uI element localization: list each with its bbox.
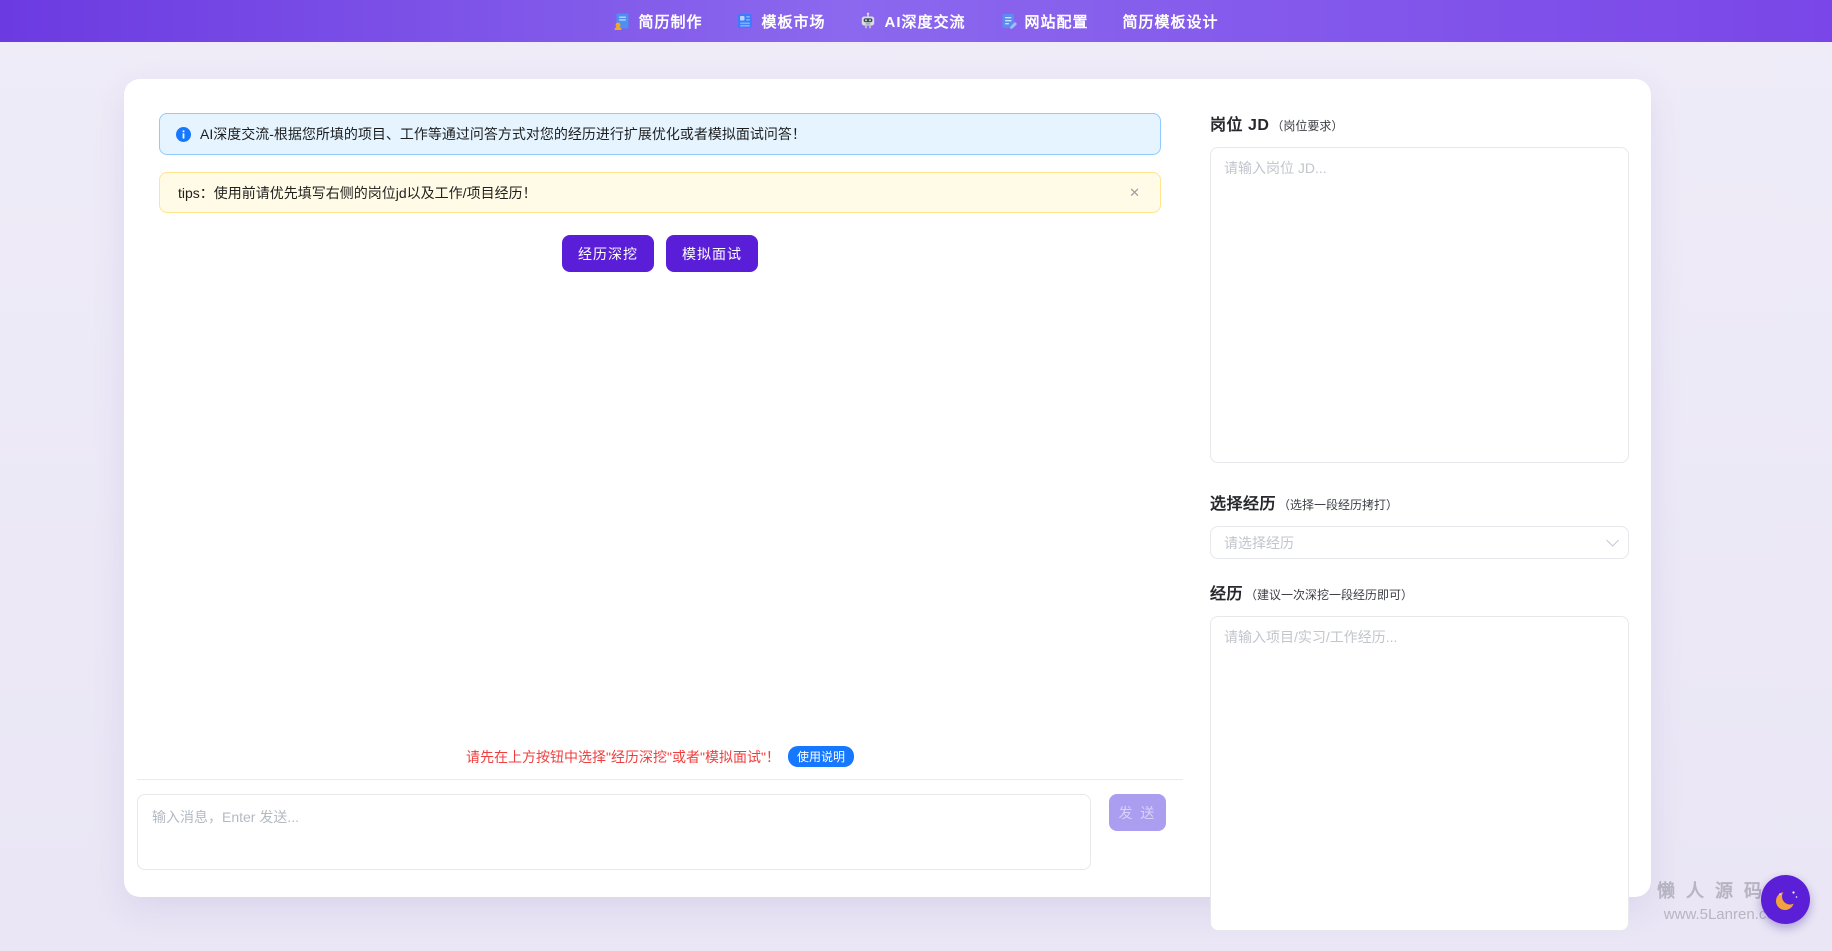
close-icon[interactable]: ✕: [1127, 184, 1142, 201]
nav-item-template-market[interactable]: 模板市场: [736, 11, 825, 32]
select-experience-label: 选择经历 （选择一段经历拷打）: [1210, 490, 1629, 514]
send-button[interactable]: 发 送: [1109, 794, 1166, 831]
chat-panel: AI深度交流-根据您所填的项目、工作等通过问答方式对您的经历进行扩展优化或者模拟…: [137, 79, 1183, 897]
top-navbar: 简历制作 模板市场 AI深度交流 网站配置 简历模板设计: [0, 0, 1832, 42]
experience-label-sub: （建议一次深挖一段经历即可）: [1245, 588, 1414, 602]
message-input[interactable]: [137, 794, 1091, 870]
nav-item-label: 模板市场: [761, 13, 826, 31]
jd-label-main: 岗位 JD: [1210, 117, 1270, 134]
robot-icon: [859, 12, 877, 30]
experience-label: 经历 （建议一次深挖一段经历即可）: [1210, 580, 1629, 604]
tips-alert-text: tips：使用前请优先填写右侧的岗位jd以及工作/项目经历！: [178, 184, 537, 201]
select-experience-label-main: 选择经历: [1210, 496, 1277, 513]
nav-item-resume-builder[interactable]: 简历制作: [613, 11, 702, 32]
mock-interview-button[interactable]: 模拟面试: [666, 235, 758, 272]
input-divider: [137, 779, 1183, 780]
nav-item-site-config[interactable]: 网站配置: [1000, 11, 1089, 32]
experience-label-main: 经历: [1210, 586, 1244, 603]
nav-item-label: 简历模板设计: [1122, 13, 1219, 31]
chevron-down-icon: [1606, 534, 1619, 547]
theme-toggle-button[interactable]: [1761, 875, 1810, 924]
info-alert-text: AI深度交流-根据您所填的项目、工作等通过问答方式对您的经历进行扩展优化或者模拟…: [200, 126, 806, 142]
chat-message-area: [137, 272, 1183, 746]
template-market-icon: [736, 12, 754, 30]
usage-guide-button[interactable]: 使用说明: [787, 746, 854, 767]
select-experience-label-sub: （选择一段经历拷打）: [1278, 498, 1399, 512]
experience-select[interactable]: 请选择经历: [1210, 526, 1629, 559]
nav-item-ai-chat[interactable]: AI深度交流: [859, 11, 965, 32]
deep-dig-button[interactable]: 经历深挖: [562, 235, 654, 272]
message-input-row: 发 送: [137, 794, 1183, 870]
resume-builder-icon: [613, 12, 631, 30]
settings-panel: 岗位 JD （岗位要求） 选择经历 （选择一段经历拷打） 请选择经历 经历 （建…: [1210, 111, 1629, 936]
jd-label: 岗位 JD （岗位要求）: [1210, 111, 1629, 135]
experience-select-placeholder: 请选择经历: [1224, 534, 1294, 551]
nav-item-label: 网站配置: [1024, 13, 1089, 31]
mode-button-row: 经历深挖 模拟面试: [159, 235, 1161, 272]
nav-item-template-design[interactable]: 简历模板设计: [1123, 11, 1219, 32]
main-card: AI深度交流-根据您所填的项目、工作等通过问答方式对您的经历进行扩展优化或者模拟…: [124, 79, 1651, 931]
tips-alert: tips：使用前请优先填写右侧的岗位jd以及工作/项目经历！ ✕: [159, 172, 1161, 213]
site-config-icon: [1000, 12, 1018, 30]
experience-input[interactable]: [1210, 616, 1629, 931]
mode-hint-text: 请先在上方按钮中选择"经历深挖"或者"模拟面试"！: [466, 748, 780, 765]
info-icon: [176, 126, 191, 142]
nav-item-label: AI深度交流: [884, 13, 966, 31]
nav-item-label: 简历制作: [638, 13, 703, 31]
moon-icon: [1771, 885, 1801, 915]
info-alert: AI深度交流-根据您所填的项目、工作等通过问答方式对您的经历进行扩展优化或者模拟…: [159, 113, 1161, 155]
mode-hint-row: 请先在上方按钮中选择"经历深挖"或者"模拟面试"！ 使用说明: [137, 746, 1183, 767]
jd-label-sub: （岗位要求）: [1271, 119, 1344, 133]
jd-input[interactable]: [1210, 147, 1629, 463]
